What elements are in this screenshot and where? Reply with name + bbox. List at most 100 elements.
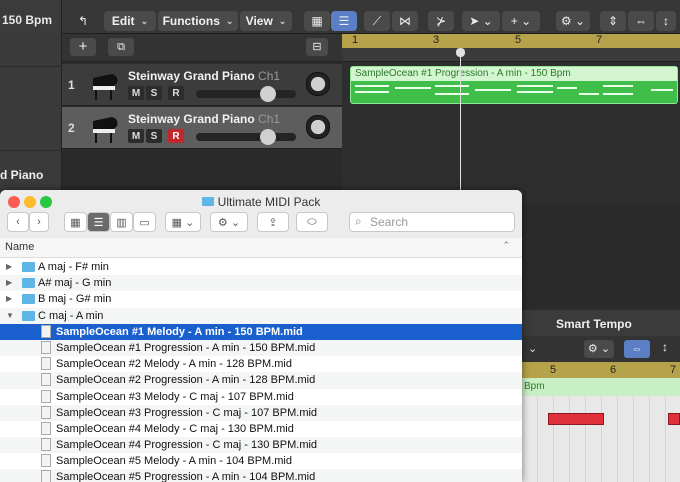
duplicate-track-icon[interactable]: ⧉ <box>108 38 134 56</box>
horizontal-zoom-icon[interactable]: ⇔ <box>628 11 654 31</box>
grand-piano-icon <box>93 74 118 100</box>
file-row[interactable]: SampleOcean #1 Melody - A min - 150 BPM.… <box>0 323 522 340</box>
share-icon[interactable]: ⇪ <box>257 212 289 232</box>
row-label: SampleOcean #4 Progression - C maj - 130… <box>56 439 318 452</box>
file-row[interactable]: SampleOcean #4 Melody - C maj - 130 BPM.… <box>0 421 522 437</box>
midi-note <box>579 93 599 95</box>
slider-knob[interactable] <box>260 129 276 145</box>
disclosure-open-icon[interactable]: ▼ <box>6 311 14 320</box>
search-input[interactable]: ⌕ Search <box>349 212 515 232</box>
file-row[interactable]: SampleOcean #5 Melody - A min - 104 BPM.… <box>0 453 522 469</box>
ruler-bar-number: 7 <box>670 364 677 376</box>
gear-icon[interactable]: ⚙ ⌄ <box>210 212 248 232</box>
forward-button[interactable]: › <box>29 212 49 232</box>
file-row[interactable]: SampleOcean #2 Progression - A min - 128… <box>0 372 522 389</box>
marker-ruler[interactable] <box>342 48 680 62</box>
solo-button[interactable]: S <box>146 86 162 100</box>
record-enable-button[interactable]: R <box>168 129 184 143</box>
disclosure-closed-icon[interactable]: ▶ <box>6 262 12 271</box>
cycle-ruler[interactable]: 1 3 5 7 <box>342 34 680 48</box>
track-row[interactable]: 1 Steinway Grand Piano Ch1 M S R <box>62 64 342 106</box>
midi-note <box>517 91 553 93</box>
sort-chevron-icon: ⌃ <box>502 240 510 250</box>
playhead-handle[interactable] <box>456 48 465 57</box>
disclosure-closed-icon[interactable]: ▶ <box>6 294 12 303</box>
folder-row[interactable]: ▶ A# maj - G min <box>0 275 522 292</box>
folder-row[interactable]: ▼ C maj - A min <box>0 307 522 324</box>
automation-icon[interactable]: ⟋ <box>364 11 390 31</box>
volume-slider[interactable] <box>196 86 296 102</box>
mute-button[interactable]: M <box>128 129 144 143</box>
track-number: 2 <box>68 121 75 135</box>
edit-menu[interactable]: Edit ⌄ <box>104 11 156 31</box>
midi-file-icon <box>41 438 51 452</box>
gallery-view-icon[interactable]: ▭ <box>133 212 156 232</box>
file-row[interactable]: SampleOcean #4 Progression - C maj - 130… <box>0 437 522 454</box>
catch-icon[interactable]: ⊁ <box>428 11 454 31</box>
tag-icon[interactable]: ⬭ <box>296 212 328 232</box>
flex-icon[interactable]: ⋈ <box>392 11 418 31</box>
playhead[interactable] <box>460 48 461 208</box>
view-menu[interactable]: View ⌄ <box>240 11 292 31</box>
inspector-column: d Piano <box>0 34 62 204</box>
back-button[interactable]: ‹ <box>7 212 29 232</box>
icon-view-icon[interactable]: ▦ <box>64 212 87 232</box>
chevron-down-icon: ⌄ <box>140 15 149 26</box>
resize-icon[interactable]: ↕ <box>656 11 676 31</box>
volume-slider[interactable] <box>196 129 296 145</box>
disclosure-closed-icon[interactable]: ▶ <box>6 278 12 287</box>
grid-view-icon[interactable]: ▦ <box>304 11 330 31</box>
gear-icon[interactable]: ⚙ ⌄ <box>584 340 614 358</box>
horizontal-zoom-icon[interactable]: ⇔ <box>624 340 650 358</box>
track-header-bar: + ⧉ ⊟ <box>62 34 342 62</box>
file-row[interactable]: SampleOcean #3 Melody - C maj - 107 BPM.… <box>0 389 522 405</box>
tempo-lane[interactable]: Bpm <box>522 378 680 396</box>
file-row[interactable]: SampleOcean #1 Progression - A min - 150… <box>0 339 522 357</box>
list-view-icon[interactable]: ☰ <box>331 11 357 31</box>
chevron-down-icon[interactable]: ⌄ <box>528 342 537 355</box>
midi-note <box>517 85 553 87</box>
file-row[interactable]: SampleOcean #2 Melody - A min - 128 BPM.… <box>0 356 522 372</box>
vertical-zoom-icon[interactable]: ⇕ <box>600 11 626 31</box>
track-row[interactable]: 2 Steinway Grand Piano Ch1 M S R <box>62 107 342 149</box>
track-options-icon[interactable]: ⊟ <box>306 38 328 56</box>
pan-knob[interactable] <box>306 72 330 96</box>
midi-note <box>557 87 577 89</box>
crosshair-tool-icon[interactable]: + ⌄ <box>502 11 540 31</box>
midi-note[interactable] <box>668 413 680 425</box>
grand-piano-icon <box>93 117 118 143</box>
folder-row[interactable]: ▶ A maj - F# min <box>0 259 522 275</box>
column-header-name[interactable]: Name ⌃ <box>0 238 522 258</box>
midi-note <box>435 93 469 95</box>
piano-roll-grid[interactable] <box>522 396 680 482</box>
row-label: A maj - F# min <box>38 261 109 273</box>
tab-smart-tempo[interactable]: Smart Tempo <box>556 317 632 331</box>
pointer-tool-icon[interactable]: ➤ ⌄ <box>462 11 500 31</box>
midi-file-icon <box>41 389 51 403</box>
functions-menu-label: Functions <box>162 14 220 28</box>
midi-note[interactable] <box>548 413 604 425</box>
add-track-icon[interactable]: + <box>70 38 96 56</box>
editor-ruler[interactable]: 5 6 7 <box>522 362 680 378</box>
resize-icon[interactable]: ↕ <box>662 340 668 354</box>
functions-menu[interactable]: Functions ⌄ <box>158 11 238 31</box>
list-view-icon[interactable]: ☰ <box>87 212 110 232</box>
view-menu-label: View <box>245 14 273 28</box>
record-enable-button[interactable]: R <box>168 86 184 100</box>
midi-region[interactable]: SampleOcean #1 Progression - A min - 150… <box>350 66 678 104</box>
file-row[interactable]: SampleOcean #3 Progression - C maj - 107… <box>0 404 522 421</box>
mute-button[interactable]: M <box>128 86 144 100</box>
group-by-icon[interactable]: ▦ ⌄ <box>165 212 201 232</box>
gear-icon[interactable]: ⚙ ⌄ <box>556 11 590 31</box>
slider-knob[interactable] <box>260 86 276 102</box>
pan-knob[interactable] <box>306 115 330 139</box>
bpm-label: Bpm <box>524 381 545 392</box>
row-label: A# maj - G min <box>38 277 112 290</box>
back-arrow-icon[interactable]: ↰ <box>72 11 94 31</box>
solo-button[interactable]: S <box>146 129 162 143</box>
folder-row[interactable]: ▶ B maj - G# min <box>0 291 522 307</box>
folder-icon <box>201 197 214 206</box>
file-row[interactable]: SampleOcean #5 Progression - A min - 104… <box>0 469 522 482</box>
tempo-display[interactable]: 150 Bpm <box>0 0 62 34</box>
column-view-icon[interactable]: ▥ <box>110 212 133 232</box>
